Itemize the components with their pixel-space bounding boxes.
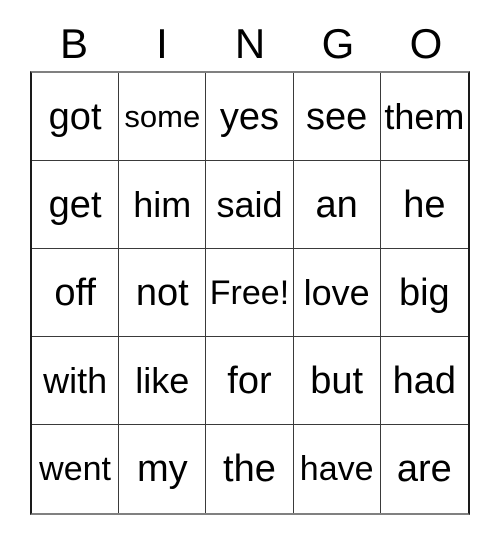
bingo-cell-label: them (384, 95, 465, 137)
bingo-cell-label: got (48, 95, 102, 138)
bingo-cell-label: like (135, 359, 190, 401)
bingo-grid: got some yes see them get him said an he… (30, 71, 470, 515)
bingo-cell-b4[interactable]: with (32, 337, 120, 425)
bingo-cell-label: with (43, 359, 108, 401)
bingo-cell-label: but (310, 359, 364, 402)
bingo-cell-label: big (398, 271, 450, 314)
bingo-row: off not Free! love big (32, 249, 468, 337)
bingo-cell-n2[interactable]: said (206, 161, 294, 249)
bingo-cell-i3[interactable]: not (119, 249, 207, 337)
header-letter-i: I (156, 20, 168, 67)
bingo-cell-label: see (306, 95, 368, 138)
header-letter-o: O (409, 20, 443, 67)
bingo-header: B I N G O (30, 18, 470, 70)
bingo-cell-label: him (133, 183, 192, 225)
bingo-cell-n1[interactable]: yes (206, 73, 294, 161)
bingo-cell-b2[interactable]: get (32, 161, 120, 249)
bingo-cell-label: Free! (209, 273, 290, 312)
bingo-cell-o3[interactable]: big (380, 249, 468, 337)
bingo-cell-o4[interactable]: had (380, 337, 468, 425)
bingo-cell-i4[interactable]: like (119, 337, 207, 425)
bingo-cell-label: said (216, 183, 283, 225)
header-letter-b: B (59, 20, 88, 67)
bingo-cell-g5[interactable]: have (293, 425, 381, 513)
bingo-row: get him said an he (32, 161, 468, 249)
bingo-cell-label: an (315, 183, 358, 226)
bingo-cell-label: some (124, 99, 201, 134)
bingo-cell-o1[interactable]: them (380, 73, 468, 161)
bingo-cell-g2[interactable]: an (293, 161, 381, 249)
bingo-cell-o5[interactable]: are (380, 425, 468, 513)
header-letter-g: G (321, 20, 355, 67)
bingo-cell-b5[interactable]: went (32, 425, 120, 513)
bingo-cell-label: my (136, 448, 188, 490)
bingo-cell-o2[interactable]: he (380, 161, 468, 249)
bingo-cell-label: are (396, 448, 452, 490)
bingo-row: went my the have are (32, 425, 468, 513)
bingo-cell-g3[interactable]: love (293, 249, 381, 337)
bingo-row: got some yes see them (32, 73, 468, 161)
bingo-cell-label: off (54, 271, 96, 314)
bingo-cell-label: the (223, 448, 276, 490)
bingo-cell-label: had (392, 359, 457, 402)
bingo-cell-label: love (303, 271, 370, 313)
bingo-row: with like for but had (32, 337, 468, 425)
bingo-cell-i2[interactable]: him (119, 161, 207, 249)
bingo-cell-label: for (227, 359, 272, 402)
bingo-cell-label: he (403, 183, 446, 226)
bingo-card: B I N G O got some yes see them get him … (0, 0, 500, 544)
bingo-cell-label: went (39, 450, 111, 488)
header-letter-n: N (234, 20, 266, 67)
bingo-cell-label: yes (219, 95, 280, 138)
bingo-cell-free-space[interactable]: Free! (206, 249, 294, 337)
bingo-cell-b1[interactable]: got (32, 73, 120, 161)
bingo-cell-n5[interactable]: the (206, 425, 294, 513)
bingo-cell-i1[interactable]: some (119, 73, 207, 161)
bingo-cell-b3[interactable]: off (32, 249, 120, 337)
bingo-cell-label: not (135, 271, 189, 314)
bingo-cell-label: get (48, 183, 102, 226)
bingo-cell-n4[interactable]: for (206, 337, 294, 425)
bingo-cell-label: have (299, 450, 374, 488)
bingo-cell-i5[interactable]: my (119, 425, 207, 513)
bingo-cell-g4[interactable]: but (293, 337, 381, 425)
bingo-cell-g1[interactable]: see (293, 73, 381, 161)
